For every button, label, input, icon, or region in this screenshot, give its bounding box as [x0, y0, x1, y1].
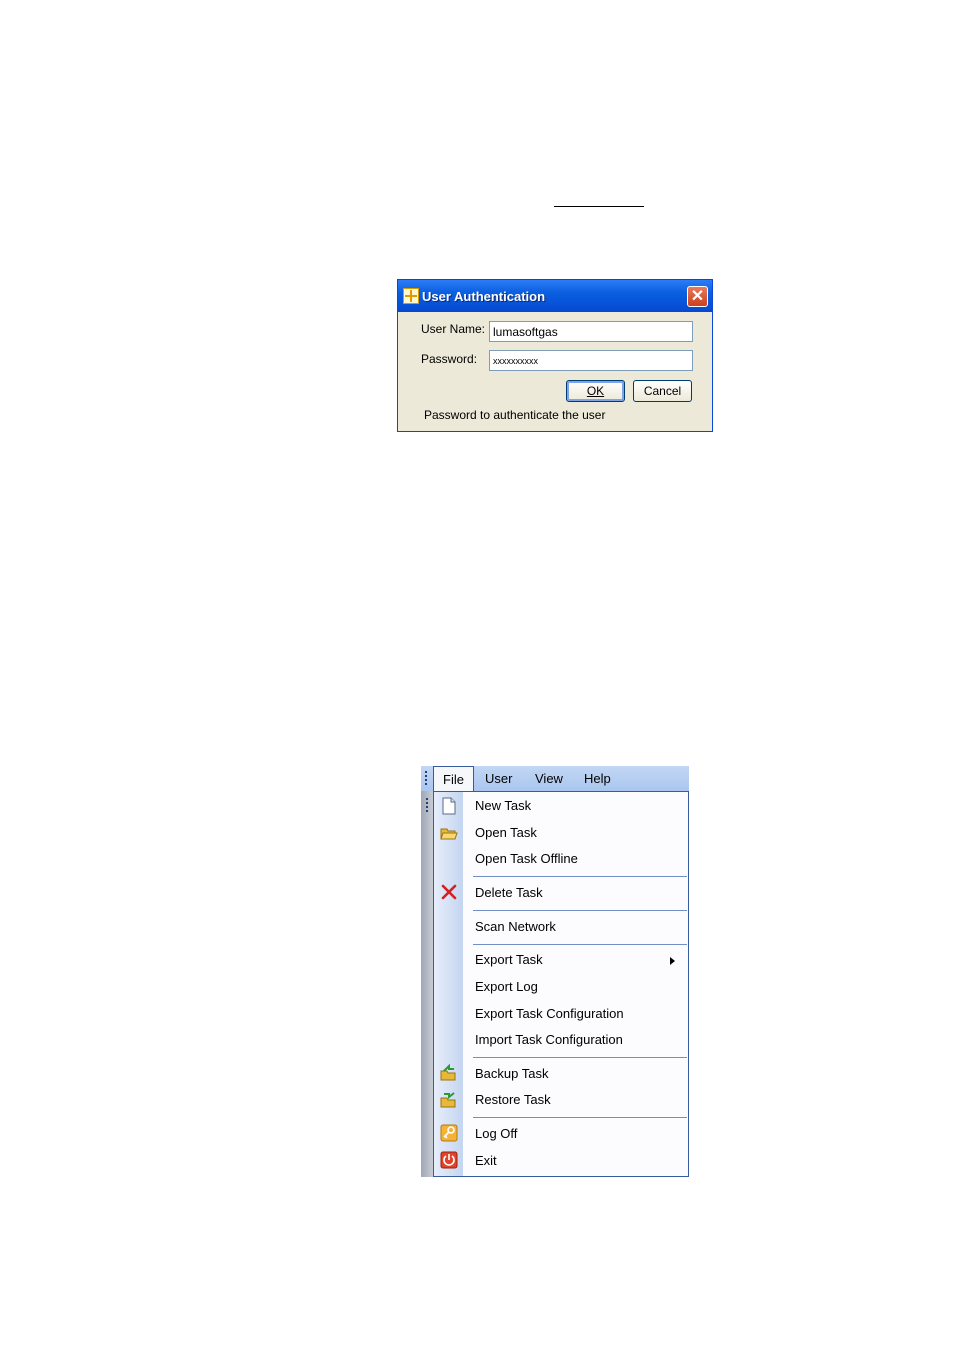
- toolbar-strip: [421, 791, 433, 1177]
- menu-item-restore-task[interactable]: Restore Task: [475, 1092, 551, 1107]
- menu-separator: [473, 876, 687, 877]
- underline-decoration: [554, 206, 644, 207]
- delete-x-icon: [441, 884, 457, 900]
- backup-folder-icon: [440, 1064, 456, 1081]
- menu-item-export-task-configuration[interactable]: Export Task Configuration: [475, 1006, 624, 1021]
- key-icon: [440, 1124, 458, 1142]
- status-text: Password to authenticate the user: [424, 408, 606, 422]
- toolbar-grip[interactable]: [426, 798, 429, 814]
- menu-view[interactable]: View: [535, 766, 563, 791]
- menu-separator: [473, 910, 687, 911]
- menu-screenshot: File User View Help New Task Open Task O…: [421, 766, 689, 1177]
- close-button[interactable]: ✕: [687, 286, 708, 307]
- ok-button[interactable]: OK: [566, 380, 625, 402]
- menu-user[interactable]: User: [485, 766, 512, 791]
- menu-item-export-log[interactable]: Export Log: [475, 979, 538, 994]
- password-input[interactable]: [489, 350, 693, 371]
- icon-column: [434, 792, 463, 1176]
- menu-separator: [473, 944, 687, 945]
- file-dropdown-menu: New Task Open Task Open Task Offline Del…: [433, 791, 689, 1177]
- cancel-button[interactable]: Cancel: [633, 380, 692, 402]
- menu-separator: [473, 1057, 687, 1058]
- menu-file[interactable]: File: [433, 766, 474, 792]
- new-task-icon: [442, 797, 456, 815]
- folder-open-icon: [440, 828, 458, 840]
- menu-separator: [473, 1117, 687, 1118]
- dialog-title: User Authentication: [422, 289, 546, 304]
- menu-item-log-off[interactable]: Log Off: [475, 1126, 517, 1141]
- menu-item-new-task[interactable]: New Task: [475, 798, 531, 813]
- menu-item-open-task[interactable]: Open Task: [475, 825, 537, 840]
- username-input[interactable]: [489, 321, 693, 342]
- menu-item-backup-task[interactable]: Backup Task: [475, 1066, 548, 1081]
- menu-item-delete-task[interactable]: Delete Task: [475, 885, 543, 900]
- submenu-arrow-icon: [670, 957, 675, 965]
- cancel-button-label: Cancel: [643, 384, 682, 398]
- user-authentication-dialog: User Authentication ✕ User Name: Passwor…: [397, 279, 713, 432]
- menu-help[interactable]: Help: [584, 766, 611, 791]
- menu-item-exit[interactable]: Exit: [475, 1153, 497, 1168]
- power-icon: [440, 1151, 458, 1169]
- app-icon: [403, 288, 419, 304]
- dialog-titlebar[interactable]: User Authentication ✕: [398, 280, 712, 312]
- password-label: Password:: [421, 352, 478, 366]
- username-label: User Name:: [421, 322, 486, 336]
- menubar: File User View Help: [421, 766, 689, 792]
- menu-item-import-task-configuration[interactable]: Import Task Configuration: [475, 1032, 623, 1047]
- ok-button-label: OK: [586, 384, 605, 398]
- menubar-grip[interactable]: [425, 771, 428, 787]
- menu-item-scan-network[interactable]: Scan Network: [475, 919, 556, 934]
- restore-folder-icon: [440, 1092, 456, 1108]
- menu-item-export-task[interactable]: Export Task: [475, 952, 543, 967]
- menu-item-open-task-offline[interactable]: Open Task Offline: [475, 851, 578, 866]
